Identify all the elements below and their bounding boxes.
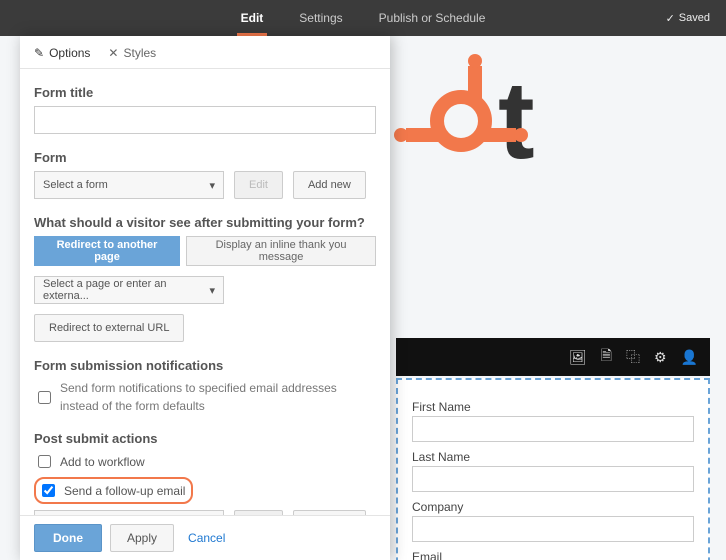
company-input[interactable]	[412, 516, 694, 542]
panel-tabs: ✎ Options ✕ Styles	[20, 36, 390, 69]
form-add-new-button[interactable]: Add new	[293, 171, 366, 199]
followup-email-label: Send a follow-up email	[64, 484, 185, 498]
add-workflow-checkbox[interactable]	[38, 455, 51, 468]
field-label-company: Company	[412, 500, 694, 514]
redirect-page-button[interactable]: Redirect to another page	[34, 236, 180, 266]
form-edit-button[interactable]: Edit	[234, 171, 283, 199]
email-add-new-button[interactable]: Add new	[293, 510, 366, 515]
form-select-value: Select a form	[43, 179, 108, 191]
tab-edit[interactable]: Edit	[237, 1, 268, 36]
panel-tab-options[interactable]: ✎ Options	[34, 46, 90, 60]
page-icon[interactable]: 🗎	[601, 345, 612, 369]
last-name-input[interactable]	[412, 466, 694, 492]
done-button[interactable]: Done	[34, 524, 102, 552]
email-select[interactable]: Select an email ▾	[34, 510, 224, 515]
panel-footer: Done Apply Cancel	[20, 515, 390, 560]
crossed-tools-icon: ✕	[108, 46, 118, 60]
field-label-last: Last Name	[412, 450, 694, 464]
copy-icon[interactable]: ⿻	[626, 347, 640, 367]
hubspot-logo: t	[430, 66, 535, 176]
image-icon[interactable]: 🖼	[569, 349, 587, 366]
first-name-input[interactable]	[412, 416, 694, 442]
check-icon: ✓	[666, 12, 675, 25]
tab-publish[interactable]: Publish or Schedule	[375, 1, 490, 36]
notifications-label: Form submission notifications	[34, 358, 376, 373]
gear-icon[interactable]: ⚙	[654, 349, 667, 366]
followup-email-highlight: Send a follow-up email	[34, 477, 193, 504]
followup-email-checkbox[interactable]	[42, 484, 55, 497]
user-icon[interactable]: 👤	[681, 349, 698, 366]
email-edit-button[interactable]: Edit	[234, 510, 283, 515]
notifications-checkbox[interactable]	[38, 391, 51, 404]
panel-body: Form title Form Select a form ▾ Edit Add…	[20, 69, 390, 515]
pencil-icon: ✎	[34, 46, 44, 60]
form-title-label: Form title	[34, 85, 376, 100]
logo-sprocket-icon	[430, 90, 492, 152]
redirect-page-value: Select a page or enter an externa...	[43, 278, 209, 302]
after-submit-label: What should a visitor see after submitti…	[34, 215, 376, 230]
panel-tab-options-label: Options	[49, 46, 90, 60]
field-label-first: First Name	[412, 400, 694, 414]
chevron-down-icon: ▾	[209, 179, 215, 192]
form-title-input[interactable]	[34, 106, 376, 134]
logo-letter: t	[498, 66, 535, 176]
panel-tab-styles[interactable]: ✕ Styles	[108, 46, 156, 60]
tab-settings[interactable]: Settings	[295, 1, 346, 36]
cancel-link[interactable]: Cancel	[188, 531, 225, 545]
inline-thankyou-button[interactable]: Display an inline thank you message	[186, 236, 376, 266]
apply-button[interactable]: Apply	[110, 524, 174, 552]
redirect-external-button[interactable]: Redirect to external URL	[34, 314, 184, 342]
saved-label: Saved	[679, 12, 710, 24]
editor-panel: ✎ Options ✕ Styles Form title Form Selec…	[20, 36, 390, 560]
form-preview: First Name Last Name Company Email Get F…	[396, 378, 710, 560]
form-select[interactable]: Select a form ▾	[34, 171, 224, 199]
panel-tab-styles-label: Styles	[123, 46, 156, 60]
top-tabs: Edit Settings Publish or Schedule	[0, 1, 726, 36]
post-submit-label: Post submit actions	[34, 431, 376, 446]
module-toolbar: 🖼 🗎 ⿻ ⚙ 👤	[396, 338, 710, 376]
redirect-page-select[interactable]: Select a page or enter an externa... ▾	[34, 276, 224, 304]
field-label-email: Email	[412, 550, 694, 560]
form-label: Form	[34, 150, 376, 165]
chevron-down-icon: ▾	[209, 284, 215, 297]
notifications-checkbox-label: Send form notifications to specified ema…	[60, 379, 376, 415]
add-workflow-label: Add to workflow	[60, 455, 145, 469]
top-bar: Edit Settings Publish or Schedule ✓ Save…	[0, 0, 726, 36]
saved-indicator: ✓ Saved	[666, 12, 710, 25]
